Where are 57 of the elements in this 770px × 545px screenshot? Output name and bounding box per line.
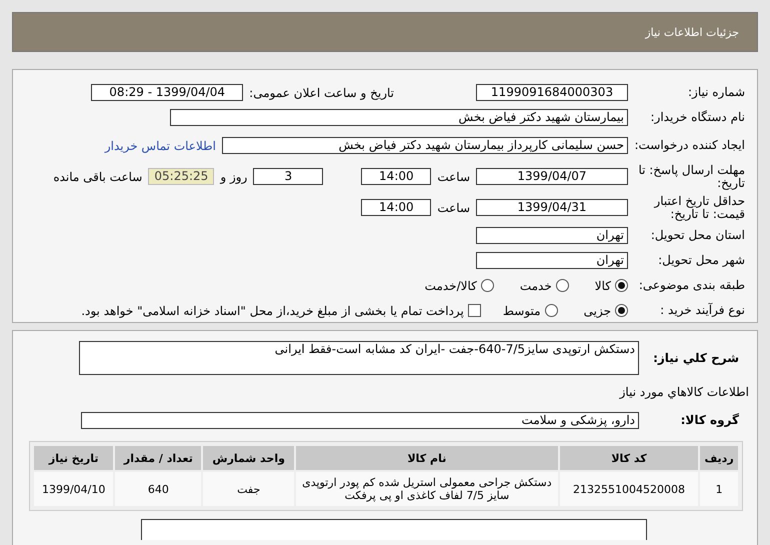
table-cell: 1399/04/10 bbox=[34, 472, 114, 506]
column-header: نام کالا bbox=[296, 446, 558, 470]
option-label: جزیی bbox=[584, 304, 611, 318]
option-label: خدمت bbox=[520, 278, 552, 292]
option-label: کالا/خدمت bbox=[424, 278, 477, 292]
field-label: حداقل تاریخ اعتبار قیمت: تا تاریخ: bbox=[652, 194, 746, 220]
text-field[interactable]: دستکش ارتوپدی سایز7/5-640-جفت -ایران کد مشابه است-فقط ایرانی bbox=[79, 341, 639, 375]
field-label: ساعت bbox=[437, 200, 470, 214]
field-label: شماره نیاز: bbox=[687, 86, 746, 99]
contact-link[interactable]: اطلاعات تماس خریدار bbox=[104, 138, 216, 152]
option-label: کالا bbox=[594, 278, 611, 292]
checkbox-label: پرداخت تمام یا بخشی از مبلغ خرید،از محل "اسناد خزانه اسلامی" خواهد بود. bbox=[81, 304, 464, 318]
text-field[interactable]: تهران bbox=[476, 252, 628, 269]
field-label: نام دستگاه خریدار: bbox=[650, 111, 746, 124]
radio-button[interactable] bbox=[615, 304, 628, 317]
radio-button[interactable] bbox=[480, 279, 494, 292]
radio-button[interactable] bbox=[556, 279, 569, 292]
table-cell: جفت bbox=[203, 472, 294, 506]
text-field[interactable]: 1399/04/07 bbox=[476, 168, 628, 185]
table-cell: 1 bbox=[700, 472, 738, 506]
field-label: تاریخ و ساعت اعلان عمومی: bbox=[249, 86, 394, 100]
option-label: متوسط bbox=[502, 304, 541, 318]
section-title: اطلاعات کالاهاي مورد نياز bbox=[620, 385, 749, 399]
countdown-timer: 05:25:25 bbox=[148, 168, 214, 185]
table-cell: 640 bbox=[115, 472, 202, 506]
column-header: واحد شمارش bbox=[203, 446, 294, 470]
checkbox[interactable] bbox=[468, 304, 481, 317]
radio-button[interactable] bbox=[615, 279, 628, 292]
text-field[interactable]: 14:00 bbox=[361, 168, 432, 185]
text-field[interactable]: 1399/04/31 bbox=[476, 199, 628, 216]
table-cell: دستکش جراحی معمولی استریل شده کم پودر ارتوپدی سایز 7/5 لفاف کاغذی او پی پرفکت bbox=[296, 472, 558, 506]
field-label: گروه کالا: bbox=[680, 414, 740, 426]
field-label: ایجاد کننده درخواست: bbox=[633, 139, 746, 152]
field-label: شرح کلي نياز: bbox=[652, 352, 740, 364]
radio-button[interactable] bbox=[544, 304, 558, 317]
text-field[interactable]: حسن سلیمانی کارپرداز بیمارستان شهید دکتر فیاض بخش bbox=[222, 137, 628, 154]
field-label: ساعت bbox=[437, 170, 470, 184]
text-field[interactable]: 1399/04/04 - 08:29 bbox=[91, 84, 244, 101]
field-label: طبقه بندی موضوعی: bbox=[638, 279, 746, 292]
text-field[interactable]: بیمارستان شهید دکتر فیاض بخش bbox=[170, 109, 628, 126]
text-field[interactable]: 3 bbox=[253, 168, 324, 185]
table-cell: 2132551004520008 bbox=[560, 472, 698, 506]
text-field[interactable]: تهران bbox=[476, 227, 628, 244]
text-field[interactable]: 1199091684000303 bbox=[476, 84, 628, 101]
column-header: تعداد / مقدار bbox=[115, 446, 202, 470]
field-label: نوع فرآیند خرید : bbox=[659, 304, 746, 317]
field-label: روز و bbox=[220, 170, 248, 184]
field-label: استان محل تحویل: bbox=[650, 229, 746, 242]
page-title: جزئیات اطلاعات نیاز bbox=[645, 26, 739, 38]
field-label: شهر محل تحویل: bbox=[657, 254, 746, 267]
field-label: مهلت ارسال پاسخ: تا تاریخ: bbox=[637, 164, 746, 190]
text-field[interactable]: دارو، پزشکی و سلامت bbox=[81, 412, 639, 428]
column-header: ردیف bbox=[700, 446, 738, 470]
column-header: تاریخ نیاز bbox=[34, 446, 114, 470]
text-field[interactable]: 14:00 bbox=[361, 199, 432, 216]
field-label: ساعت باقی مانده bbox=[53, 170, 142, 184]
column-header: کد کالا bbox=[560, 446, 698, 470]
